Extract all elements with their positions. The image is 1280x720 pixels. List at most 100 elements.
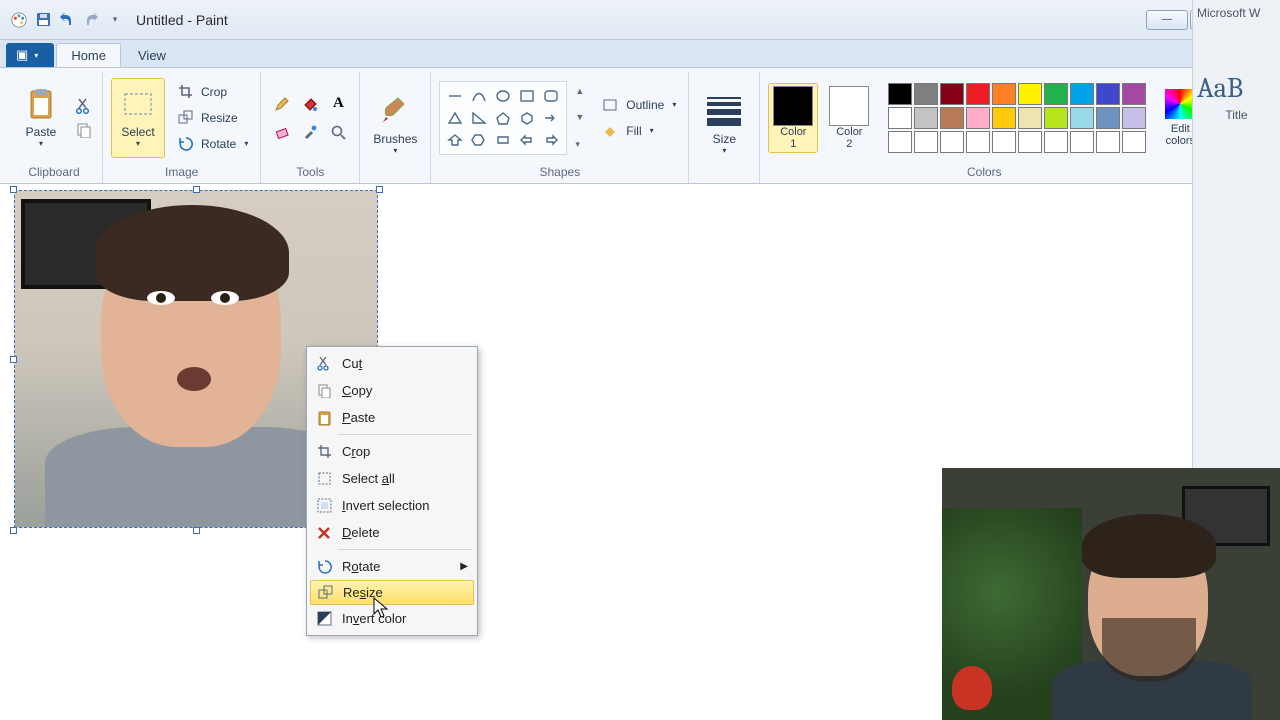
palette-swatch[interactable] [992, 107, 1016, 129]
image-group-label: Image [111, 163, 252, 183]
palette-swatch[interactable] [888, 83, 912, 105]
magnifier-tool[interactable] [325, 119, 351, 145]
palette-swatch[interactable] [966, 131, 990, 153]
palette-swatch[interactable] [1096, 107, 1120, 129]
ctx-delete[interactable]: Delete [310, 519, 474, 546]
minimize-button[interactable]: — [1146, 10, 1188, 30]
brushes-button[interactable]: Brushes ▾ [368, 85, 422, 165]
palette-swatch[interactable] [1122, 83, 1146, 105]
redo-icon[interactable] [82, 11, 100, 29]
cut-icon[interactable] [74, 96, 94, 116]
ctx-cut[interactable]: Cut [310, 350, 474, 377]
brush-icon [378, 94, 412, 128]
group-tools: A Tools [261, 72, 360, 183]
delete-icon [312, 523, 336, 543]
fill-tool[interactable] [297, 91, 323, 117]
shapes-gallery[interactable] [439, 81, 567, 155]
selection-handle[interactable] [10, 527, 17, 534]
palette-swatch[interactable] [1018, 83, 1042, 105]
eyedropper-tool[interactable] [297, 119, 323, 145]
color2-swatch [829, 86, 869, 126]
scissors-icon [312, 354, 336, 374]
fill-icon [600, 121, 620, 141]
palette-swatch[interactable] [1070, 83, 1094, 105]
tab-view[interactable]: View [123, 43, 181, 67]
palette-swatch[interactable] [914, 131, 938, 153]
color1-button[interactable]: Color 1 [768, 83, 818, 153]
palette-swatch[interactable] [888, 107, 912, 129]
ctx-invert-color[interactable]: Invert color [310, 605, 474, 632]
shape-outline-button[interactable]: Outline▾ [596, 94, 680, 116]
select-label: Select [121, 125, 154, 139]
tab-home[interactable]: Home [56, 43, 121, 67]
palette-swatch[interactable] [1044, 107, 1068, 129]
selection-handle[interactable] [193, 186, 200, 193]
shapes-scroll-up[interactable]: ▲ [575, 86, 584, 96]
text-tool[interactable]: A [325, 91, 351, 117]
ribbon: Paste ▾ Clipboard Select ▾ Crop Resize R… [0, 68, 1280, 184]
palette-swatch[interactable] [940, 131, 964, 153]
color-palette[interactable] [888, 83, 1146, 153]
select-button[interactable]: Select ▾ [111, 78, 165, 158]
palette-swatch[interactable] [1122, 107, 1146, 129]
colors-group-label: Colors [768, 163, 1200, 183]
select-all-icon [312, 469, 336, 489]
palette-swatch[interactable] [1018, 131, 1042, 153]
palette-swatch[interactable] [1096, 131, 1120, 153]
palette-swatch[interactable] [940, 83, 964, 105]
shapes-scroll-down[interactable]: ▼ [575, 112, 584, 122]
paste-label: Paste [26, 125, 57, 139]
palette-swatch[interactable] [1044, 131, 1068, 153]
ctx-invert-selection[interactable]: Invert selection [310, 492, 474, 519]
color2-button[interactable]: Color 2 [824, 83, 874, 153]
selection-handle[interactable] [10, 356, 17, 363]
pencil-tool[interactable] [269, 91, 295, 117]
ctx-paste[interactable]: Paste [310, 404, 474, 431]
selection-handle[interactable] [10, 186, 17, 193]
palette-swatch[interactable] [1044, 83, 1068, 105]
palette-swatch[interactable] [940, 107, 964, 129]
qat-dropdown-icon[interactable]: ▾ [106, 11, 124, 29]
ctx-crop[interactable]: Crop [310, 438, 474, 465]
save-icon[interactable] [34, 11, 52, 29]
selection-handle[interactable] [193, 527, 200, 534]
resize-button[interactable]: Resize [171, 107, 252, 129]
ctx-resize[interactable]: Resize [310, 580, 474, 605]
rotate-icon [175, 134, 195, 154]
undo-icon[interactable] [58, 11, 76, 29]
palette-swatch[interactable] [1122, 131, 1146, 153]
rotate-button[interactable]: Rotate▾ [171, 133, 252, 155]
copy-icon[interactable] [74, 120, 94, 140]
file-tab[interactable]: ▣▾ [6, 43, 54, 67]
palette-swatch[interactable] [1096, 83, 1120, 105]
crop-button[interactable]: Crop [171, 81, 252, 103]
resize-icon [175, 108, 195, 128]
size-button[interactable]: Size ▾ [697, 85, 751, 165]
paste-icon [312, 408, 336, 428]
palette-swatch[interactable] [1070, 107, 1094, 129]
paste-button[interactable]: Paste ▾ [14, 78, 68, 158]
word-style-preview[interactable]: AaB [1197, 72, 1276, 104]
clipboard-icon [24, 87, 58, 121]
context-menu: Cut Copy Paste Crop Select all Invert se… [306, 346, 478, 636]
group-shapes: ▲ ▼ ▾ Outline▾ Fill▾ Shapes [431, 72, 689, 183]
palette-swatch[interactable] [966, 83, 990, 105]
crop-icon [175, 82, 195, 102]
palette-swatch[interactable] [914, 107, 938, 129]
palette-swatch[interactable] [966, 107, 990, 129]
ctx-rotate[interactable]: Rotate▶ [310, 553, 474, 580]
ctx-select-all[interactable]: Select all [310, 465, 474, 492]
palette-swatch[interactable] [1070, 131, 1094, 153]
group-brushes: Brushes ▾ [360, 72, 431, 183]
palette-swatch[interactable] [992, 83, 1016, 105]
palette-swatch[interactable] [1018, 107, 1042, 129]
shape-fill-button[interactable]: Fill▾ [596, 120, 680, 142]
selection-handle[interactable] [376, 186, 383, 193]
palette-swatch[interactable] [992, 131, 1016, 153]
palette-swatch[interactable] [914, 83, 938, 105]
palette-swatch[interactable] [888, 131, 912, 153]
title-bar: ▾ Untitled - Paint — ▢ ✕ [0, 0, 1280, 40]
shapes-more[interactable]: ▾ [575, 139, 584, 150]
ctx-copy[interactable]: Copy [310, 377, 474, 404]
eraser-tool[interactable] [269, 119, 295, 145]
